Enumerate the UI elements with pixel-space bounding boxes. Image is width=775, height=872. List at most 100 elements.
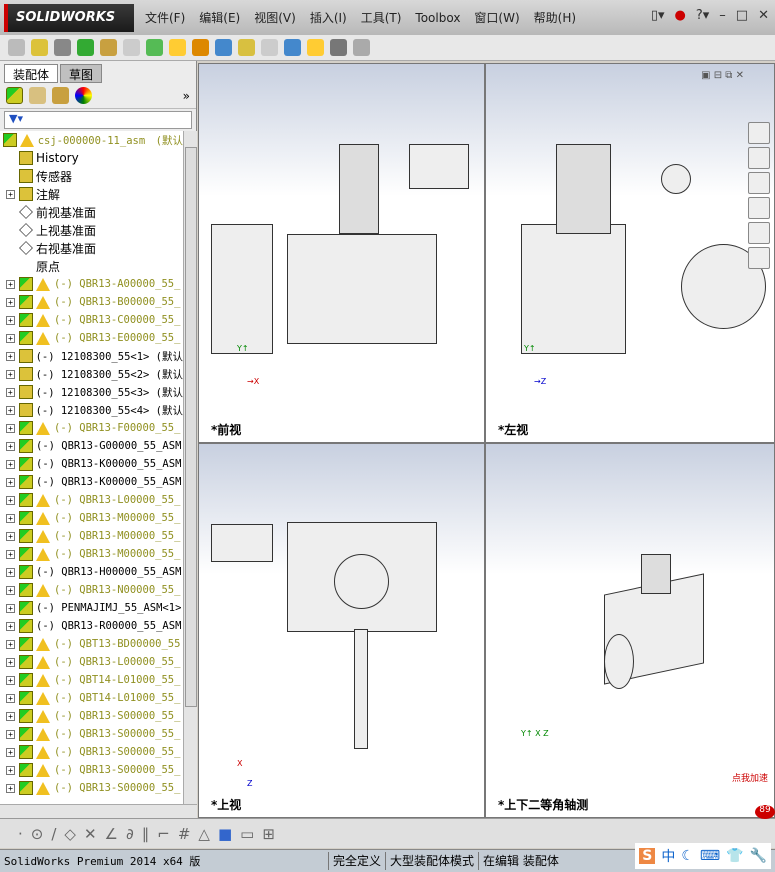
feature-manager-icon[interactable] bbox=[6, 87, 23, 104]
expand-icon[interactable]: + bbox=[6, 513, 15, 523]
assembly-features-icon[interactable] bbox=[169, 39, 186, 56]
linear-pattern-icon[interactable] bbox=[77, 39, 94, 56]
tree-item[interactable]: + (-) QBR13-K00000_55_ASM bbox=[0, 473, 183, 491]
tree-item[interactable]: 前视基准面 bbox=[0, 203, 183, 221]
tab-assembly[interactable]: 装配体 bbox=[4, 64, 59, 83]
tree-item[interactable]: + (-) QBR13-L00000_55_ bbox=[0, 653, 183, 671]
maximize-button[interactable]: □ bbox=[736, 8, 748, 23]
tree-item[interactable]: + (-) PENMAJIMJ_55_ASM<1> bbox=[0, 599, 183, 617]
new-motion-study-icon[interactable] bbox=[215, 39, 232, 56]
expand-icon[interactable]: + bbox=[6, 765, 15, 775]
expand-icon[interactable]: + bbox=[6, 639, 15, 649]
tree-horizontal-scrollbar[interactable] bbox=[0, 804, 197, 818]
tree-item[interactable]: + (-) QBR13-S00000_55_ bbox=[0, 707, 183, 725]
expand-icon[interactable]: + bbox=[6, 477, 15, 487]
menu-item[interactable]: 插入(I) bbox=[310, 9, 347, 26]
expand-icon[interactable]: + bbox=[6, 351, 15, 361]
tree-item[interactable]: 上视基准面 bbox=[0, 221, 183, 239]
tree-item[interactable]: + (-) QBT14-L01000_55_ bbox=[0, 689, 183, 707]
new-document-icon[interactable]: ▯▾ bbox=[651, 8, 665, 23]
tree-item[interactable]: + (-) QBR13-E00000_55_ bbox=[0, 329, 183, 347]
tree-item[interactable]: 原点 bbox=[0, 257, 183, 275]
viewport-window-controls[interactable]: ▣ ⊟ ⧉ ✕ bbox=[701, 70, 744, 81]
rebuild-traffic-light-icon[interactable]: ● bbox=[675, 8, 686, 23]
cube-view-icon[interactable]: ■ bbox=[218, 825, 232, 843]
design-library-icon[interactable] bbox=[748, 147, 770, 169]
expand-icon[interactable]: + bbox=[6, 423, 15, 433]
tree-item[interactable]: csj-000000-11_asm (默认 bbox=[0, 131, 183, 149]
triangle-icon[interactable]: △ bbox=[198, 825, 210, 843]
accelerate-badge[interactable]: 点我加速 bbox=[730, 770, 771, 785]
expand-icon[interactable]: + bbox=[6, 315, 15, 325]
mate-icon[interactable] bbox=[54, 39, 71, 56]
clearance-icon[interactable] bbox=[330, 39, 347, 56]
view-palette-icon[interactable] bbox=[748, 197, 770, 219]
tree-item[interactable]: + (-) QBT13-BD00000_55 bbox=[0, 635, 183, 653]
tree-item[interactable]: + (-) QBR13-M00000_55_ bbox=[0, 509, 183, 527]
viewport-front[interactable]: Y↑ →X *前视 bbox=[198, 63, 485, 443]
tree-item[interactable]: + (-) QBR13-N00000_55_ bbox=[0, 581, 183, 599]
menu-item[interactable]: Toolbox bbox=[415, 11, 460, 25]
menu-item[interactable]: 工具(T) bbox=[361, 9, 402, 26]
expand-icon[interactable]: + bbox=[6, 297, 15, 307]
tree-item[interactable]: + (-) QBR13-R00000_55_ASM bbox=[0, 617, 183, 635]
four-view-icon[interactable]: ⊞ bbox=[262, 825, 275, 843]
tree-item[interactable]: + (-) QBR13-A00000_55_ bbox=[0, 275, 183, 293]
component-icon[interactable] bbox=[8, 39, 25, 56]
expand-icon[interactable]: + bbox=[6, 783, 15, 793]
tree-item[interactable]: + (-) QBR13-S00000_55_ bbox=[0, 743, 183, 761]
viewport-isometric[interactable]: Y↑ X Z *上下二等角轴测 bbox=[485, 443, 775, 818]
expand-icon[interactable]: + bbox=[6, 387, 15, 397]
expand-icon[interactable]: + bbox=[6, 279, 15, 289]
exploded-view-icon[interactable] bbox=[261, 39, 278, 56]
tree-item[interactable]: + (-) QBR13-B00000_55_ bbox=[0, 293, 183, 311]
tree-item[interactable]: 传感器 bbox=[0, 167, 183, 185]
line-icon[interactable]: / bbox=[51, 825, 56, 843]
tree-item[interactable]: + (-) 12108300_55<2> (默认 bbox=[0, 365, 183, 383]
wrench-icon[interactable]: 🔧 bbox=[750, 848, 767, 864]
show-hidden-icon[interactable] bbox=[146, 39, 163, 56]
tree-item[interactable]: + (-) QBR13-M00000_55_ bbox=[0, 527, 183, 545]
solidworks-resources-icon[interactable] bbox=[748, 122, 770, 144]
appearances-icon[interactable] bbox=[748, 222, 770, 244]
minimize-button[interactable]: – bbox=[719, 8, 726, 23]
expand-icon[interactable]: + bbox=[6, 369, 15, 379]
simulation-icon[interactable] bbox=[353, 39, 370, 56]
bill-of-materials-icon[interactable] bbox=[238, 39, 255, 56]
expand-icon[interactable]: + bbox=[6, 459, 15, 469]
relation-icon[interactable]: ∂ bbox=[126, 825, 134, 843]
tree-vertical-scrollbar[interactable] bbox=[183, 131, 197, 804]
viewport-top[interactable]: XZ *上视 bbox=[198, 443, 485, 818]
tree-item[interactable]: + (-) QBR13-M00000_55_ bbox=[0, 545, 183, 563]
custom-properties-icon[interactable] bbox=[748, 247, 770, 269]
tree-item[interactable]: + (-) QBT14-L01000_55_ bbox=[0, 671, 183, 689]
tree-item[interactable]: + (-) QBR13-S00000_55_ bbox=[0, 725, 183, 743]
viewport-left[interactable]: Y↑ →Z *左视 ▣ ⊟ ⧉ ✕ bbox=[485, 63, 775, 443]
expand-icon[interactable]: + bbox=[6, 621, 15, 631]
ime-mode[interactable]: 中 bbox=[661, 846, 675, 866]
parallel-icon[interactable]: ∥ bbox=[142, 825, 150, 843]
expand-icon[interactable]: + bbox=[6, 657, 15, 667]
tree-item[interactable]: + (-) QBR13-F00000_55_ bbox=[0, 419, 183, 437]
explode-line-icon[interactable] bbox=[284, 39, 301, 56]
expand-icon[interactable]: + bbox=[6, 675, 15, 685]
tree-item[interactable]: + (-) 12108300_55<4> (默认 bbox=[0, 401, 183, 419]
filter-icon[interactable]: ▼▾ bbox=[4, 111, 192, 129]
expand-icon[interactable]: + bbox=[6, 729, 15, 739]
interference-icon[interactable] bbox=[307, 39, 324, 56]
configuration-manager-icon[interactable] bbox=[52, 87, 69, 104]
expand-icon[interactable]: + bbox=[6, 405, 15, 415]
smart-fasteners-icon[interactable] bbox=[100, 39, 117, 56]
keyboard-icon[interactable]: ⌨ bbox=[700, 848, 720, 864]
tree-item[interactable]: + (-) QBR13-C00000_55_ bbox=[0, 311, 183, 329]
tree-item[interactable]: + (-) 12108300_55<3> (默认 bbox=[0, 383, 183, 401]
move-component-icon[interactable] bbox=[123, 39, 140, 56]
expand-icon[interactable]: + bbox=[6, 747, 15, 757]
cross-icon[interactable]: ✕ bbox=[84, 825, 97, 843]
menu-item[interactable]: 编辑(E) bbox=[199, 9, 240, 26]
tree-item[interactable]: + (-) QBR13-S00000_55_ bbox=[0, 761, 183, 779]
expand-icon[interactable]: + bbox=[6, 567, 15, 577]
shirt-icon[interactable]: 👕 bbox=[726, 848, 743, 864]
tree-item[interactable]: + (-) 12108300_55<1> (默认 bbox=[0, 347, 183, 365]
expand-icon[interactable]: + bbox=[6, 693, 15, 703]
